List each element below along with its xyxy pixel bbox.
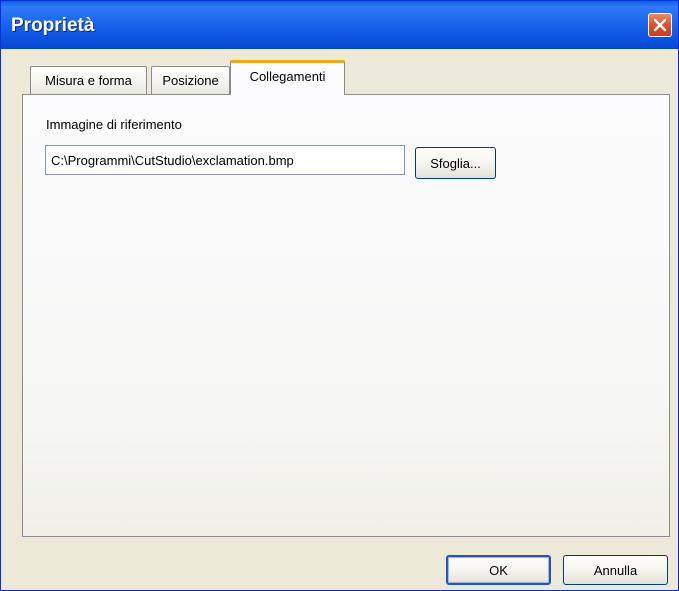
browse-button[interactable]: Sfoglia...	[415, 147, 496, 179]
reference-image-label: Immagine di riferimento	[46, 117, 182, 132]
cancel-button-label: Annulla	[593, 562, 638, 578]
tab-label: Misura e forma	[45, 73, 132, 88]
dialog-title: Proprietà	[11, 15, 95, 36]
tab-misura-e-forma[interactable]: Misura e forma	[30, 66, 147, 94]
close-button[interactable]	[648, 13, 672, 37]
reference-image-path-input[interactable]	[45, 145, 405, 175]
browse-button-label: Sfoglia...	[430, 155, 481, 171]
tab-posizione[interactable]: Posizione	[151, 66, 230, 94]
tab-label: Collegamenti	[249, 69, 326, 84]
ok-button[interactable]: OK	[446, 555, 551, 585]
ok-button-label: OK	[489, 562, 508, 578]
tab-collegamenti[interactable]: Collegamenti	[230, 60, 345, 95]
tab-label: Posizione	[162, 73, 219, 88]
cancel-button[interactable]: Annulla	[563, 555, 668, 585]
title-bar[interactable]: Proprietà	[1, 1, 678, 49]
close-icon	[653, 18, 667, 32]
